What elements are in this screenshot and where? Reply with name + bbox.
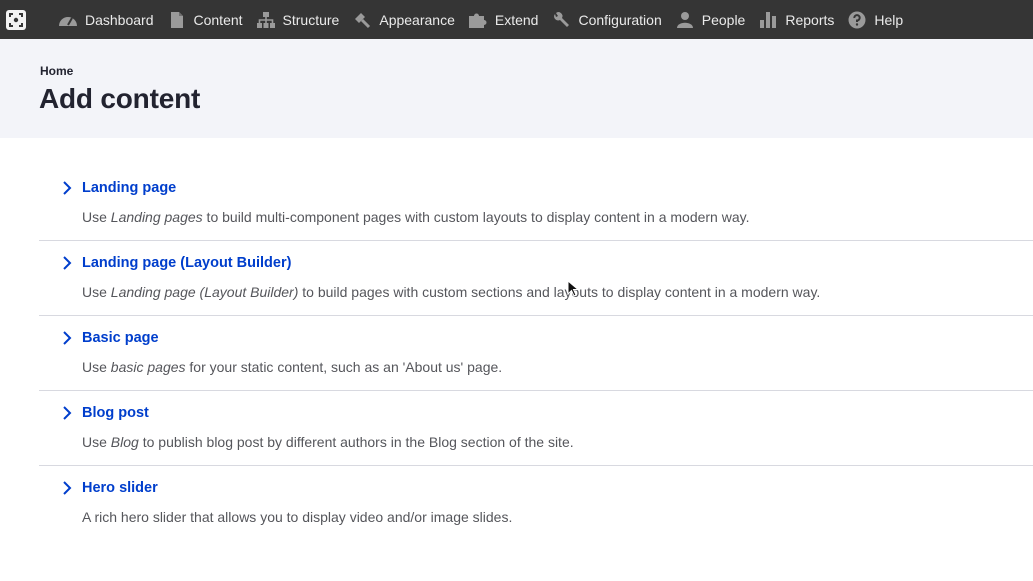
toolbar-item-extend[interactable]: Extend	[468, 0, 552, 39]
home-button[interactable]	[0, 0, 32, 39]
help-icon	[847, 10, 867, 30]
content-type-description: A rich hero slider that allows you to di…	[82, 509, 513, 525]
list-item: Basic page Use basic pages for your stat…	[39, 316, 1033, 391]
toolbar-item-label: Dashboard	[85, 11, 154, 28]
page-header: Home Add content	[0, 39, 1033, 138]
toolbar-item-people[interactable]: People	[675, 0, 759, 39]
chevron-right-icon	[63, 256, 72, 270]
chevron-right-icon	[63, 181, 72, 195]
toolbar-item-label: Configuration	[578, 11, 662, 28]
toolbar-item-configuration[interactable]: Configuration	[551, 0, 674, 39]
document-icon	[167, 10, 187, 30]
chevron-right-icon	[63, 406, 72, 420]
content-type-link[interactable]: Landing page	[82, 180, 176, 196]
toolbar-item-label: Reports	[785, 11, 835, 28]
toolbar-item-label: Content	[193, 11, 243, 28]
chevron-right-icon	[63, 481, 72, 495]
toolbar-item-dashboard[interactable]: Dashboard	[58, 0, 167, 39]
wrench-icon	[551, 10, 571, 30]
content-type-list: Landing page Use Landing pages to build …	[39, 166, 1033, 541]
content-type-description: Use Blog to publish blog post by differe…	[82, 434, 574, 450]
structure-icon	[256, 10, 276, 30]
content-type-description: Use Landing page (Layout Builder) to bui…	[82, 284, 821, 300]
toolbar-item-label: People	[701, 11, 746, 28]
person-icon	[675, 10, 695, 30]
dashboard-icon	[58, 10, 78, 30]
chevron-right-icon	[63, 331, 72, 345]
toolbar-item-label: Structure	[282, 11, 340, 28]
list-item: Blog post Use Blog to publish blog post …	[39, 391, 1033, 466]
list-item: Hero slider A rich hero slider that allo…	[39, 466, 1033, 541]
mouse-cursor-icon	[567, 280, 579, 297]
content-type-link[interactable]: Basic page	[82, 330, 159, 346]
breadcrumb-home-link[interactable]: Home	[40, 64, 73, 78]
toolbar-item-label: Help	[874, 11, 904, 28]
content-type-description: Use basic pages for your static content,…	[82, 359, 503, 375]
content-type-link[interactable]: Landing page (Layout Builder)	[82, 255, 291, 271]
bar-chart-icon	[758, 10, 778, 30]
list-item: Landing page Use Landing pages to build …	[39, 166, 1033, 241]
puzzle-icon	[468, 10, 488, 30]
page-title: Add content	[39, 83, 201, 114]
list-item: Landing page (Layout Builder) Use Landin…	[39, 241, 1033, 316]
content-type-link[interactable]: Hero slider	[82, 480, 158, 496]
toolbar-item-reports[interactable]: Reports	[758, 0, 847, 39]
toolbar-item-appearance[interactable]: Appearance	[352, 0, 468, 39]
content-type-link[interactable]: Blog post	[82, 405, 149, 421]
brush-icon	[352, 10, 372, 30]
toolbar-item-content[interactable]: Content	[167, 0, 256, 39]
toolbar-item-help[interactable]: Help	[847, 0, 916, 39]
toolbar-item-structure[interactable]: Structure	[256, 0, 353, 39]
breadcrumb: Home	[40, 64, 73, 78]
content-type-description: Use Landing pages to build multi-compone…	[82, 209, 750, 225]
toolbar-item-label: Appearance	[379, 11, 455, 28]
toolbar-item-label: Extend	[494, 11, 539, 28]
drupal-home-icon	[6, 9, 26, 30]
admin-toolbar: Dashboard Content Structure Appearance E…	[0, 0, 1033, 39]
